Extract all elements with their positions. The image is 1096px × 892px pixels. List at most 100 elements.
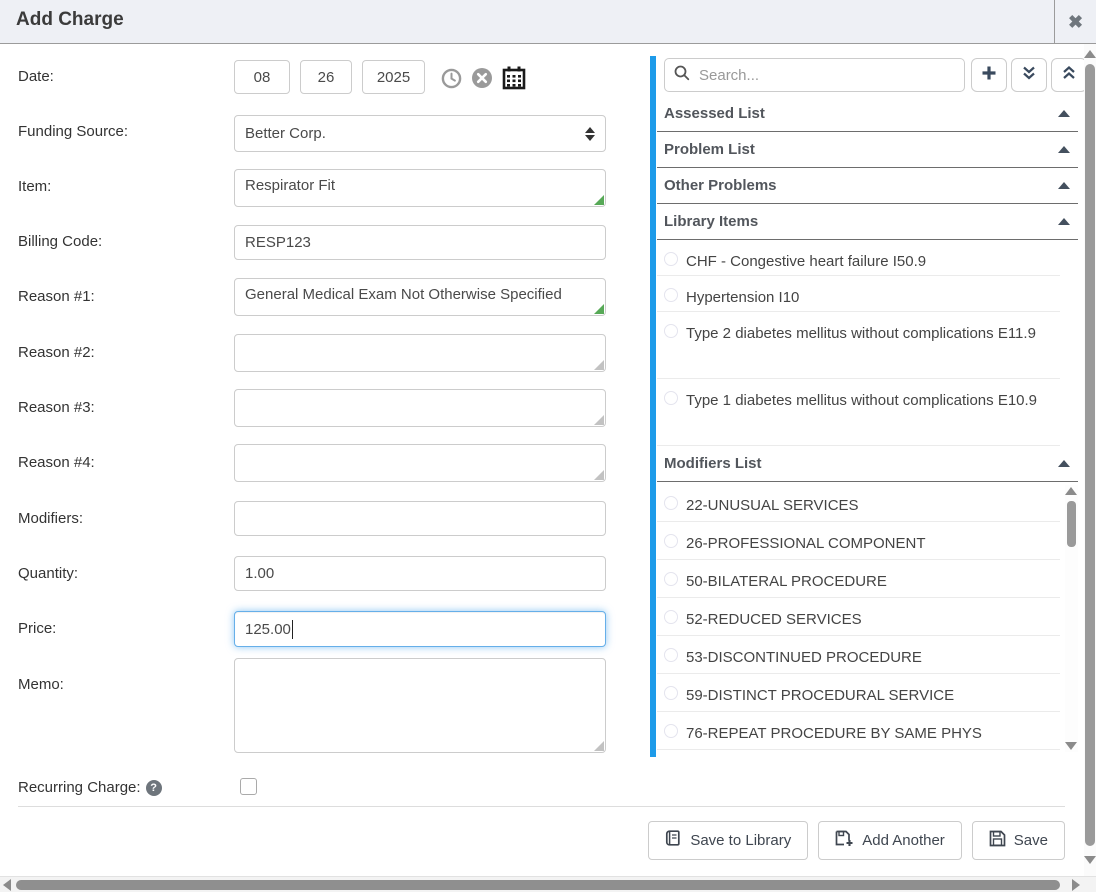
recurring-charge-checkbox[interactable] <box>240 778 257 795</box>
modifier-item[interactable]: 59-DISTINCT PROCEDURAL SERVICE <box>657 674 1060 712</box>
vertical-scrollbar[interactable] <box>1084 44 1096 876</box>
radio-icon[interactable] <box>664 496 678 510</box>
section-header-other-problems[interactable]: Other Problems <box>657 168 1078 204</box>
radio-icon[interactable] <box>664 686 678 700</box>
collapse-arrow-icon <box>1058 110 1070 117</box>
modifier-item[interactable]: 22-UNUSUAL SERVICES <box>657 484 1060 522</box>
resize-grip-icon[interactable] <box>594 304 604 314</box>
add-item-button[interactable] <box>971 58 1007 92</box>
close-button[interactable]: ✖ <box>1054 0 1096 44</box>
add-charge-modal: Add Charge ✖ Date: Funding Sou <box>0 0 1096 892</box>
section-header-assessed-list[interactable]: Assessed List <box>657 96 1078 132</box>
date-label: Date: <box>18 68 54 85</box>
radio-icon[interactable] <box>664 324 678 338</box>
radio-icon[interactable] <box>664 534 678 548</box>
resize-grip-icon[interactable] <box>594 195 604 205</box>
radio-icon[interactable] <box>664 252 678 266</box>
price-value: 125.00 <box>245 621 291 638</box>
modifier-item[interactable]: 26-PROFESSIONAL COMPONENT <box>657 522 1060 560</box>
modifier-item[interactable]: 52-REDUCED SERVICES <box>657 598 1060 636</box>
scrollbar-thumb[interactable] <box>1085 64 1095 846</box>
collapse-arrow-icon <box>1058 182 1070 189</box>
close-icon: ✖ <box>1068 12 1083 33</box>
quantity-label: Quantity: <box>18 565 78 582</box>
clear-date-icon[interactable] <box>471 67 493 89</box>
library-item[interactable]: Type 2 diabetes mellitus without complic… <box>657 312 1060 379</box>
modifiers-input[interactable] <box>234 501 606 536</box>
quantity-input[interactable] <box>234 556 606 591</box>
funding-source-label: Funding Source: <box>18 123 128 140</box>
scroll-left-icon[interactable] <box>3 879 11 891</box>
section-header-modifiers-list[interactable]: Modifiers List <box>657 446 1078 482</box>
resize-grip-icon[interactable] <box>594 415 604 425</box>
library-item[interactable]: CHF - Congestive heart failure I50.9 <box>657 240 1060 276</box>
billing-code-label: Billing Code: <box>18 233 102 250</box>
search-input[interactable] <box>697 66 955 85</box>
radio-icon[interactable] <box>664 648 678 662</box>
radio-icon[interactable] <box>664 572 678 586</box>
scrollbar-thumb[interactable] <box>1067 501 1076 547</box>
expand-all-button[interactable] <box>1011 58 1047 92</box>
footer-divider <box>18 806 1065 807</box>
date-year-input[interactable] <box>362 60 425 94</box>
section-header-library-items[interactable]: Library Items <box>657 204 1078 240</box>
footer-actions: Save to Library Add Another Save <box>648 821 1065 860</box>
add-another-button[interactable]: Add Another <box>818 821 962 860</box>
funding-source-select[interactable]: Better Corp. <box>234 115 606 152</box>
search-icon <box>674 65 690 86</box>
memo-input[interactable] <box>234 658 606 753</box>
reason2-input[interactable] <box>234 334 606 372</box>
date-icon-group <box>441 66 526 90</box>
modal-title: Add Charge <box>16 9 124 31</box>
text-caret <box>292 620 294 639</box>
clock-icon[interactable] <box>441 68 462 89</box>
radio-icon[interactable] <box>664 288 678 302</box>
reason4-label: Reason #4: <box>18 454 95 471</box>
funding-source-value: Better Corp. <box>245 125 326 142</box>
scroll-down-icon[interactable] <box>1065 742 1077 750</box>
modifier-item[interactable]: 50-BILATERAL PROCEDURE <box>657 560 1060 598</box>
library-item[interactable]: Type 1 diabetes mellitus without complic… <box>657 379 1060 446</box>
scroll-down-icon[interactable] <box>1084 856 1096 864</box>
save-button[interactable]: Save <box>972 821 1065 860</box>
library-item[interactable]: Hypertension I10 <box>657 276 1060 312</box>
collapse-arrow-icon <box>1058 218 1070 225</box>
section-header-problem-list[interactable]: Problem List <box>657 132 1078 168</box>
scroll-up-icon[interactable] <box>1084 50 1096 58</box>
modifiers-label: Modifiers: <box>18 510 83 527</box>
scroll-up-icon[interactable] <box>1065 487 1077 495</box>
modifier-item[interactable]: 76-REPEAT PROCEDURE BY SAME PHYS <box>657 712 1060 750</box>
modifier-item[interactable]: 53-DISCONTINUED PROCEDURE <box>657 636 1060 674</box>
scrollbar-thumb[interactable] <box>16 880 1060 890</box>
panel-search <box>664 58 965 92</box>
price-label: Price: <box>18 620 56 637</box>
radio-icon[interactable] <box>664 724 678 738</box>
recurring-charge-label: Recurring Charge: ? <box>18 779 162 796</box>
save-to-library-button[interactable]: Save to Library <box>648 821 808 860</box>
horizontal-scrollbar[interactable] <box>0 876 1096 892</box>
resize-grip-icon[interactable] <box>594 741 604 751</box>
collapse-all-button[interactable] <box>1051 58 1087 92</box>
chevron-double-up-icon <box>1060 64 1078 87</box>
scroll-right-icon[interactable] <box>1072 879 1080 891</box>
book-icon <box>665 830 682 851</box>
item-input[interactable]: Respirator Fit <box>234 169 606 207</box>
date-day-input[interactable] <box>300 60 352 94</box>
resize-grip-icon[interactable] <box>594 470 604 480</box>
reason4-input[interactable] <box>234 444 606 482</box>
question-circle-icon[interactable]: ? <box>146 780 162 796</box>
panel-accent-bar <box>650 56 656 757</box>
reason3-input[interactable] <box>234 389 606 427</box>
date-month-input[interactable] <box>234 60 290 94</box>
radio-icon[interactable] <box>664 391 678 405</box>
resize-grip-icon[interactable] <box>594 360 604 370</box>
item-label: Item: <box>18 178 51 195</box>
collapse-arrow-icon <box>1058 146 1070 153</box>
price-input[interactable]: 125.00 <box>234 611 606 647</box>
calendar-icon[interactable] <box>502 66 526 90</box>
reason1-input[interactable]: General Medical Exam Not Otherwise Speci… <box>234 278 606 316</box>
billing-code-input[interactable] <box>234 225 606 260</box>
radio-icon[interactable] <box>664 610 678 624</box>
save-plus-icon <box>835 830 854 851</box>
modifiers-list-scrollbar[interactable] <box>1065 485 1078 752</box>
